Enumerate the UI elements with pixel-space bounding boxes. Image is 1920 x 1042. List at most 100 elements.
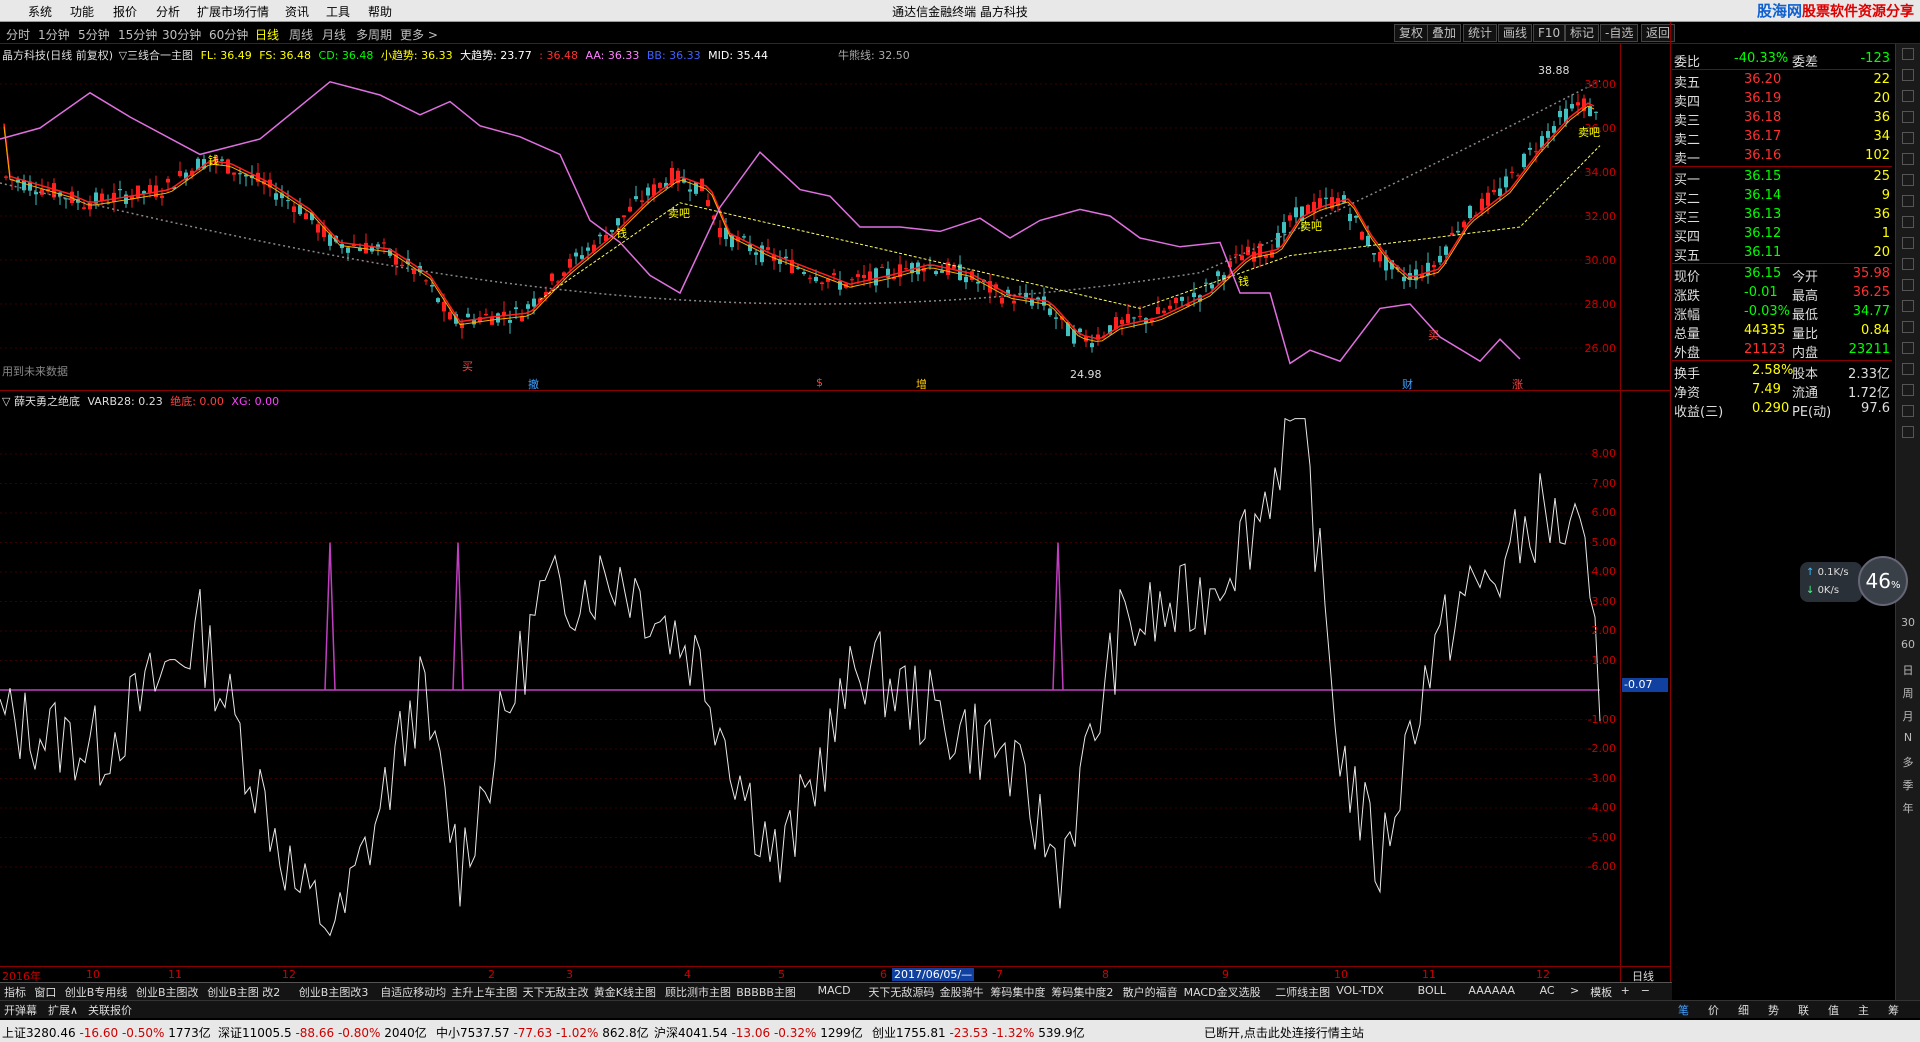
buy-row[interactable]: 买三 36.13 36 xyxy=(1672,206,1892,226)
indicator-tab[interactable]: 黄金K线主图 xyxy=(594,984,656,1000)
sidebar-tool-icon[interactable] xyxy=(1902,132,1914,144)
indicator-tab[interactable]: 指标 xyxy=(4,984,26,1000)
sidebar-tool-icon[interactable] xyxy=(1902,90,1914,102)
buy-row[interactable]: 买一 36.15 25 xyxy=(1672,168,1892,188)
quote-tab[interactable]: 笔 xyxy=(1678,1002,1689,1018)
sidebar-week[interactable]: 周 xyxy=(1900,685,1916,701)
indicator-tab[interactable]: 天下无敌主改 xyxy=(523,984,589,1000)
quote-tab[interactable]: 价 xyxy=(1708,1002,1719,1018)
indicator-tab[interactable]: VOL-TDX xyxy=(1336,984,1384,997)
menu-help[interactable]: 帮助 xyxy=(368,3,392,20)
sidebar-num-60[interactable]: 60 xyxy=(1900,638,1916,654)
sidebar-tool-icon[interactable] xyxy=(1902,405,1914,417)
period-more[interactable]: 更多 > xyxy=(400,26,438,43)
event-marker-5[interactable]: 涨 xyxy=(1512,376,1523,392)
stats-button[interactable]: 统计 xyxy=(1463,24,1498,42)
quote-tab[interactable]: 势 xyxy=(1768,1002,1779,1018)
extend-tab[interactable]: 扩展∧ xyxy=(48,1002,78,1018)
sidebar-day[interactable]: 日 xyxy=(1900,662,1916,678)
indicator-tab[interactable]: + xyxy=(1621,984,1630,997)
sidebar-month[interactable]: 月 xyxy=(1900,708,1916,724)
index-sh[interactable]: 上证3280.46 -16.60 -0.50% 1773亿 xyxy=(2,1024,211,1041)
indicator-tab[interactable]: 创业B主图改3 xyxy=(299,984,369,1000)
danmu-tab[interactable]: 开弹幕 xyxy=(4,1002,37,1018)
event-marker-3[interactable]: 增 xyxy=(916,376,927,392)
indicator-tab[interactable]: 自适应移动均 xyxy=(380,984,446,1000)
period-multi[interactable]: 多周期 xyxy=(356,26,392,43)
sell-row[interactable]: 卖四 36.19 20 xyxy=(1672,90,1892,110)
sidebar-num-30[interactable]: 30 xyxy=(1900,616,1916,632)
indicator-tab[interactable]: 金股骑牛 xyxy=(940,984,984,1000)
indicator-tab[interactable]: 散户的福音 xyxy=(1123,984,1178,1000)
buy-row[interactable]: 买二 36.14 9 xyxy=(1672,187,1892,207)
indicator-tab[interactable]: 创业B主图改 xyxy=(136,984,199,1000)
sidebar-tool-icon[interactable] xyxy=(1902,279,1914,291)
period-fenshi[interactable]: 分时 xyxy=(6,26,30,43)
event-marker-1[interactable]: 撤 xyxy=(528,376,539,392)
quote-tab[interactable]: 值 xyxy=(1828,1002,1839,1018)
indicator-tab[interactable]: − xyxy=(1641,984,1650,997)
remove-watchlist-button[interactable]: -自选 xyxy=(1600,24,1639,42)
sidebar-tool-icon[interactable] xyxy=(1902,426,1914,438)
period-5min[interactable]: 5分钟 xyxy=(78,26,110,43)
quote-tab[interactable]: 主 xyxy=(1858,1002,1869,1018)
event-marker-4[interactable]: 财 xyxy=(1402,376,1413,392)
sell-row[interactable]: 卖二 36.17 34 xyxy=(1672,128,1892,148)
indicator-tab[interactable]: 模板 xyxy=(1590,984,1612,1000)
kline-chart[interactable] xyxy=(0,56,1620,390)
sidebar-tool-icon[interactable] xyxy=(1902,363,1914,375)
indicator-tab[interactable]: MACD金叉选股 xyxy=(1184,984,1261,1000)
sidebar-tool-icon[interactable] xyxy=(1902,69,1914,81)
overlay-button[interactable]: 叠加 xyxy=(1427,24,1462,42)
sidebar-tool-icon[interactable] xyxy=(1902,174,1914,186)
sidebar-tool-icon[interactable] xyxy=(1902,48,1914,60)
indicator-tab[interactable]: BOLL xyxy=(1418,984,1446,997)
indicator-tab[interactable]: AC xyxy=(1540,984,1555,997)
quote-tab[interactable]: 筹 xyxy=(1888,1002,1899,1018)
f10-button[interactable]: F10 xyxy=(1533,24,1566,42)
menu-extended-market[interactable]: 扩展市场行情 xyxy=(197,3,269,20)
connection-status[interactable]: 已断开,点击此处连接行情主站 xyxy=(1204,1024,1364,1041)
sidebar-tool-icon[interactable] xyxy=(1902,237,1914,249)
indicator-tab[interactable]: 窗口 xyxy=(34,984,56,1000)
mark-button[interactable]: 标记 xyxy=(1565,24,1600,42)
period-15min[interactable]: 15分钟 xyxy=(118,26,157,43)
sidebar-tool-icon[interactable] xyxy=(1902,384,1914,396)
index-cy[interactable]: 创业1755.81 -23.53 -1.32% 539.9亿 xyxy=(872,1024,1085,1041)
fuquan-button[interactable]: 复权 xyxy=(1394,24,1429,42)
sidebar-tool-icon[interactable] xyxy=(1902,195,1914,207)
event-marker-2[interactable]: $ xyxy=(816,376,823,389)
period-1min[interactable]: 1分钟 xyxy=(38,26,70,43)
sidebar-tool-icon[interactable] xyxy=(1902,342,1914,354)
sidebar-tool-icon[interactable] xyxy=(1902,321,1914,333)
menu-news[interactable]: 资讯 xyxy=(285,3,309,20)
sidebar-tool-icon[interactable] xyxy=(1902,258,1914,270)
sidebar-tool-icon[interactable] xyxy=(1902,300,1914,312)
menu-function[interactable]: 功能 xyxy=(70,3,94,20)
period-weekly[interactable]: 周线 xyxy=(289,26,313,43)
period-60min[interactable]: 60分钟 xyxy=(209,26,248,43)
sidebar-tool-icon[interactable] xyxy=(1902,153,1914,165)
sub-indicator-chart[interactable] xyxy=(0,404,1620,966)
sidebar-tool-icon[interactable] xyxy=(1902,216,1914,228)
indicator-tab[interactable]: BBBBB主图 xyxy=(736,984,796,1000)
indicator-tab[interactable]: 创业B专用线 xyxy=(65,984,128,1000)
indicator-tab[interactable]: > xyxy=(1570,984,1579,997)
sell-row[interactable]: 卖一 36.16 102 xyxy=(1672,147,1892,167)
menu-analysis[interactable]: 分析 xyxy=(156,3,180,20)
menu-tools[interactable]: 工具 xyxy=(326,3,350,20)
menu-system[interactable]: 系统 xyxy=(28,3,52,20)
sidebar-year[interactable]: 年 xyxy=(1900,800,1916,816)
index-hs[interactable]: 沪深4041.54 -13.06 -0.32% 1299亿 xyxy=(654,1024,863,1041)
indicator-tab[interactable]: 筹码集中度2 xyxy=(1051,984,1113,1000)
period-30min[interactable]: 30分钟 xyxy=(162,26,201,43)
indicator-tab[interactable]: 主升上车主图 xyxy=(451,984,517,1000)
indicator-tab[interactable]: 顾比测市主图 xyxy=(665,984,731,1000)
sell-row[interactable]: 卖三 36.18 36 xyxy=(1672,109,1892,129)
indicator-tab[interactable]: 创业B主图 改2 xyxy=(207,984,280,1000)
menu-quote[interactable]: 报价 xyxy=(113,3,137,20)
indicator-tab[interactable]: AAAAAA xyxy=(1468,984,1515,997)
sidebar-n[interactable]: N xyxy=(1900,731,1916,747)
buy-row[interactable]: 买四 36.12 1 xyxy=(1672,225,1892,245)
period-monthly[interactable]: 月线 xyxy=(322,26,346,43)
